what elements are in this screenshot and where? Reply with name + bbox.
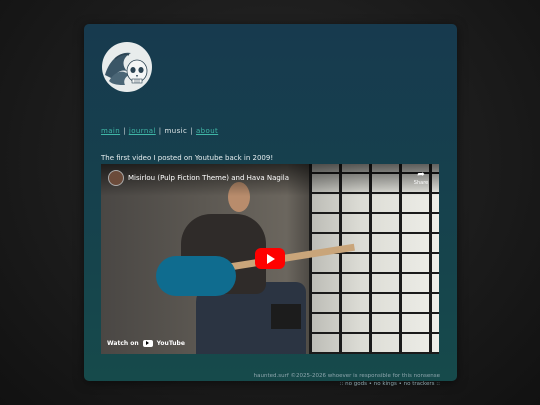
- nav-link-journal[interactable]: journal: [129, 127, 156, 135]
- play-button[interactable]: [255, 248, 285, 269]
- nav-current-music: music: [164, 127, 188, 135]
- channel-avatar[interactable]: [108, 170, 124, 186]
- video-title[interactable]: Misirlou (Pulp Fiction Theme) and Hava N…: [128, 174, 289, 182]
- play-icon: [267, 253, 275, 264]
- nav-link-main[interactable]: main: [101, 127, 120, 135]
- footer: haunted.surf ©2025-2026 whoever is respo…: [254, 372, 440, 388]
- main-nav: main | journal | music | about: [101, 127, 218, 135]
- nav-separator: |: [190, 127, 193, 135]
- nav-separator: |: [158, 127, 162, 135]
- nav-link-about[interactable]: about: [196, 127, 218, 135]
- watch-on-youtube-button[interactable]: Watch on YouTube: [101, 332, 207, 354]
- youtube-embed[interactable]: Misirlou (Pulp Fiction Theme) and Hava N…: [101, 164, 439, 354]
- nav-separator: |: [123, 127, 126, 135]
- share-icon: ➦: [417, 170, 425, 180]
- footer-copyright: haunted.surf ©2025-2026 whoever is respo…: [253, 373, 440, 379]
- watch-on-label: Watch on: [107, 339, 139, 347]
- intro-text: The first video I posted on Youtube back…: [101, 154, 274, 162]
- guitar-body: [156, 256, 236, 296]
- wave-skull-logo[interactable]: [101, 41, 153, 93]
- content-card: main | journal | music | about The first video…: [84, 24, 457, 387]
- share-button[interactable]: ➦ Share: [412, 170, 430, 186]
- youtube-logo-icon: [142, 339, 153, 347]
- share-label: Share: [413, 180, 429, 186]
- footer-tagline: :: no gods • no kings • no trackers ::: [339, 381, 440, 387]
- amplifier: [271, 304, 301, 329]
- youtube-label: YouTube: [156, 339, 185, 347]
